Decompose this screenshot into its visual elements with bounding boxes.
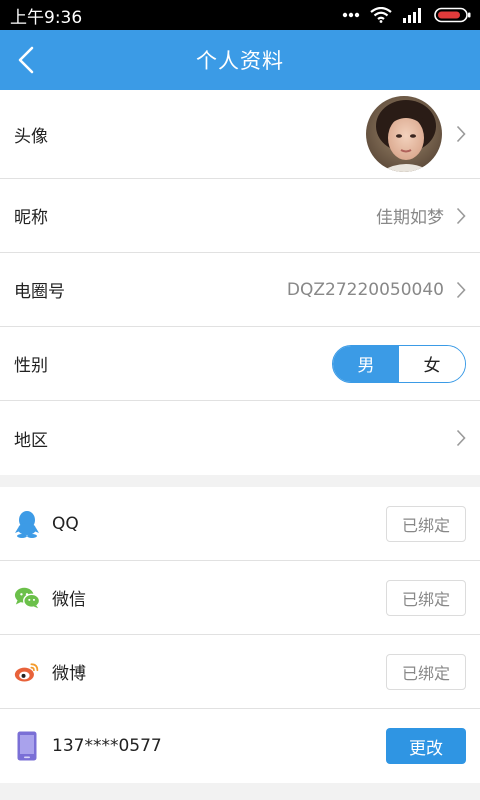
nav-bar: 个人资料 bbox=[0, 30, 480, 90]
binding-name: QQ bbox=[52, 513, 79, 534]
bindings-group: QQ 已绑定 微信 已绑定 微博 已绑定 137****0577 更改 bbox=[0, 487, 480, 783]
binding-name: 微博 bbox=[52, 664, 86, 684]
binding-row-qq[interactable]: QQ 已绑定 bbox=[0, 487, 480, 561]
page-title: 个人资料 bbox=[196, 49, 284, 73]
phone-row: 137****0577 更改 bbox=[0, 709, 480, 783]
avatar-row[interactable]: 头像 bbox=[0, 90, 480, 179]
wifi-icon bbox=[370, 7, 392, 23]
region-label: 地区 bbox=[14, 430, 48, 451]
profile-group: 头像 昵称 佳期如梦 电圈号 DQZ27220050040 性别 男 女 地区 bbox=[0, 90, 480, 475]
binding-name: 微信 bbox=[52, 590, 86, 610]
gender-option-female[interactable]: 女 bbox=[399, 345, 465, 382]
phone-number: 137****0577 bbox=[52, 736, 162, 756]
id-label: 电圈号 bbox=[14, 282, 65, 302]
dots-icon bbox=[342, 12, 360, 18]
avatar-label: 头像 bbox=[14, 126, 48, 147]
gender-toggle: 男 女 bbox=[332, 344, 466, 383]
binding-row-weibo[interactable]: 微博 已绑定 bbox=[0, 635, 480, 709]
id-value: DQZ27220050040 bbox=[286, 279, 444, 300]
back-button[interactable] bbox=[8, 42, 44, 78]
weibo-icon bbox=[14, 659, 40, 685]
chevron-right-icon bbox=[456, 207, 466, 224]
chevron-left-icon bbox=[18, 46, 34, 74]
battery-icon bbox=[434, 7, 471, 23]
status-icons bbox=[342, 7, 472, 23]
avatar bbox=[366, 96, 442, 172]
status-bar: 上午9:36 bbox=[0, 0, 480, 30]
binding-status-badge: 已绑定 bbox=[386, 579, 466, 616]
binding-row-wechat[interactable]: 微信 已绑定 bbox=[0, 561, 480, 635]
status-time: 上午9:36 bbox=[10, 7, 83, 28]
nickname-label: 昵称 bbox=[14, 208, 48, 228]
gender-label: 性别 bbox=[14, 356, 48, 376]
binding-status-badge: 已绑定 bbox=[386, 653, 466, 690]
signal-icon bbox=[403, 8, 421, 23]
chevron-right-icon bbox=[456, 429, 466, 447]
gender-row: 性别 男 女 bbox=[0, 327, 480, 401]
binding-status-badge: 已绑定 bbox=[386, 505, 466, 542]
wechat-icon bbox=[14, 585, 40, 611]
nickname-row[interactable]: 昵称 佳期如梦 bbox=[0, 179, 480, 253]
chevron-right-icon bbox=[456, 125, 466, 143]
gender-option-male[interactable]: 男 bbox=[333, 345, 399, 382]
nickname-value: 佳期如梦 bbox=[376, 208, 444, 228]
section-gap bbox=[0, 475, 480, 487]
region-row[interactable]: 地区 bbox=[0, 401, 480, 475]
qq-icon bbox=[14, 510, 40, 538]
id-row[interactable]: 电圈号 DQZ27220050040 bbox=[0, 253, 480, 327]
change-phone-button[interactable]: 更改 bbox=[386, 728, 466, 764]
chevron-right-icon bbox=[456, 281, 466, 298]
phone-icon bbox=[14, 731, 40, 761]
